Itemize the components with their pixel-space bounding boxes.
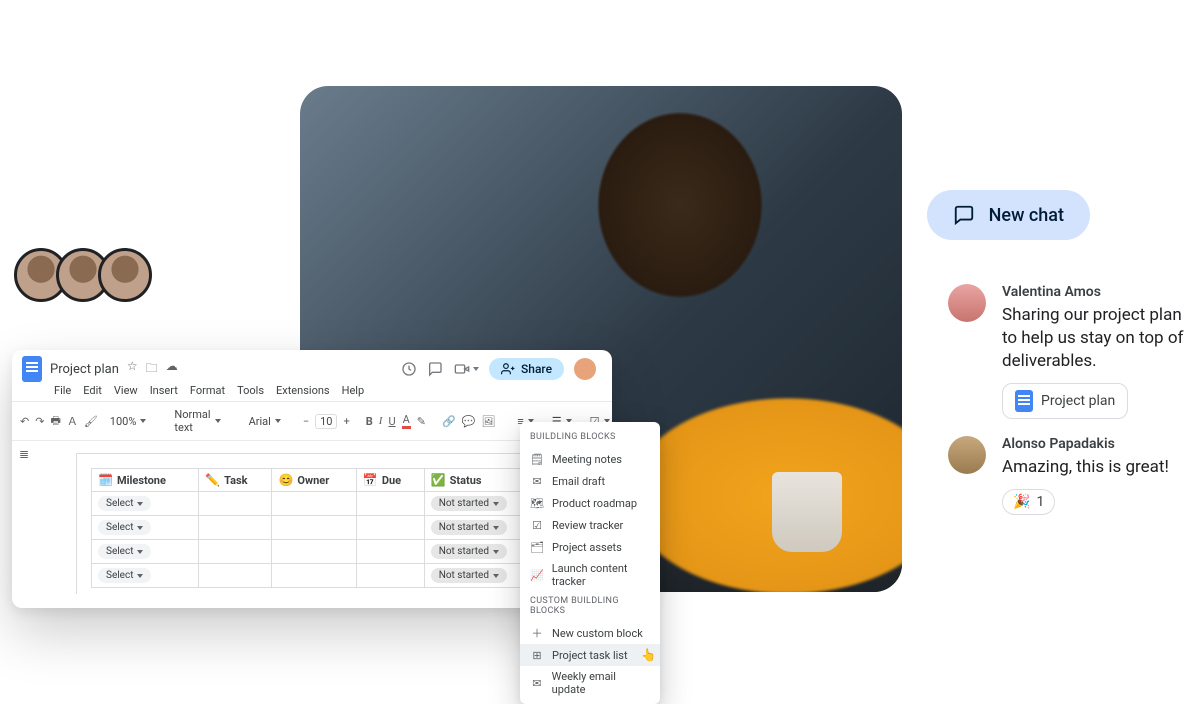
milestone-select-chip[interactable]: Select: [98, 520, 151, 535]
status-chip[interactable]: Not started: [431, 568, 507, 583]
decrease-font-icon[interactable]: −: [303, 413, 309, 429]
block-icon: 🗺: [530, 496, 544, 510]
cloud-status-icon: ☁: [166, 359, 178, 380]
print-icon[interactable]: 🖶: [50, 413, 60, 429]
menu-edit[interactable]: Edit: [83, 384, 102, 397]
message-text: Amazing, this is great!: [1002, 456, 1169, 479]
col-due: 📅Due: [356, 469, 424, 492]
menu-help[interactable]: Help: [342, 384, 365, 397]
menu-item[interactable]: ⊞Project task list👆: [520, 644, 660, 666]
move-icon[interactable]: 🗀: [146, 359, 158, 380]
block-icon: ⊞: [530, 648, 544, 662]
redo-icon[interactable]: ↷: [35, 413, 44, 429]
account-avatar[interactable]: [574, 358, 596, 380]
menu-file[interactable]: File: [54, 384, 71, 397]
history-icon[interactable]: [401, 361, 417, 377]
menu-item[interactable]: ✉Weekly email update: [520, 666, 660, 700]
block-icon: 🗂: [530, 540, 544, 554]
menu-section-label: BUILDLING BLOCKS: [520, 428, 660, 448]
milestone-select-chip[interactable]: Select: [98, 496, 151, 511]
meet-icon[interactable]: [453, 361, 479, 377]
menu-item[interactable]: 🗺Product roadmap: [520, 492, 660, 514]
block-icon: ✉: [530, 474, 544, 488]
attachment-label: Project plan: [1041, 393, 1115, 409]
star-icon[interactable]: ☆: [127, 359, 138, 380]
docs-logo-icon: [1015, 390, 1033, 412]
menu-view[interactable]: View: [114, 384, 138, 397]
col-task: ✏️Task: [199, 469, 272, 492]
bold-icon[interactable]: B: [366, 413, 373, 429]
sender-name: Alonso Papadakis: [1002, 436, 1169, 452]
status-chip[interactable]: Not started: [431, 544, 507, 559]
document-title[interactable]: Project plan: [50, 362, 119, 377]
doc-attachment-chip[interactable]: Project plan: [1002, 383, 1128, 419]
block-icon: 🗒: [530, 452, 544, 466]
message-text: Sharing our project plan to help us stay…: [1002, 304, 1192, 373]
menu-item[interactable]: 🗒Meeting notes: [520, 448, 660, 470]
block-icon: ✉: [530, 676, 544, 690]
menu-item[interactable]: ＋New custom block: [520, 622, 660, 644]
new-chat-button[interactable]: New chat: [927, 190, 1090, 240]
milestone-select-chip[interactable]: Select: [98, 568, 151, 583]
font-select[interactable]: Arial: [243, 413, 287, 430]
new-chat-label: New chat: [989, 205, 1064, 226]
block-icon: ☑: [530, 518, 544, 532]
chat-icon: [953, 204, 975, 226]
share-button[interactable]: Share: [489, 358, 564, 380]
table-row: Select Not started: [92, 516, 543, 540]
block-icon: ＋: [530, 626, 544, 640]
increase-font-icon[interactable]: +: [343, 413, 349, 429]
insert-comment-icon[interactable]: 💬: [462, 413, 476, 429]
italic-icon[interactable]: I: [379, 413, 383, 429]
style-select[interactable]: Normal text: [168, 406, 226, 436]
document-page: 🗓️Milestone ✏️Task 😊Owner 📅Due ✅Status S…: [76, 453, 558, 594]
menu-format[interactable]: Format: [190, 384, 225, 397]
collaborator-avatars: [14, 248, 152, 302]
spellcheck-icon[interactable]: Ａ: [67, 413, 78, 429]
menu-item[interactable]: ✉Email draft: [520, 470, 660, 492]
table-row: Select Not started: [92, 492, 543, 516]
block-icon: 📈: [530, 568, 544, 582]
col-owner: 😊Owner: [272, 469, 356, 492]
highlight-icon[interactable]: ✎: [417, 413, 426, 429]
menubar: File Edit View Insert Format Tools Exten…: [12, 382, 612, 401]
paint-format-icon[interactable]: 🖌: [84, 413, 98, 429]
avatar[interactable]: [948, 436, 986, 474]
font-size-input[interactable]: 10: [315, 414, 337, 429]
zoom-select[interactable]: 100%: [104, 413, 153, 430]
share-label: Share: [521, 362, 552, 376]
menu-insert[interactable]: Insert: [150, 384, 178, 397]
table-row: Select Not started: [92, 564, 543, 588]
menu-extensions[interactable]: Extensions: [276, 384, 330, 397]
menu-tools[interactable]: Tools: [237, 384, 264, 397]
undo-icon[interactable]: ↶: [20, 413, 29, 429]
building-blocks-menu: BUILDLING BLOCKS 🗒Meeting notes✉Email dr…: [520, 422, 660, 704]
col-milestone: 🗓️Milestone: [92, 469, 199, 492]
chat-message: Alonso Papadakis Amazing, this is great!…: [948, 436, 1169, 515]
status-chip[interactable]: Not started: [431, 520, 507, 535]
insert-image-icon[interactable]: 🖼: [481, 413, 495, 429]
menu-section-label: CUSTOM BUILDLING BLOCKS: [520, 592, 660, 622]
reaction-chip[interactable]: 🎉 1: [1002, 489, 1055, 515]
cursor-icon: 👆: [641, 648, 656, 662]
menu-item[interactable]: ☑Review tracker: [520, 514, 660, 536]
chat-message: Valentina Amos Sharing our project plan …: [948, 284, 1192, 419]
docs-logo-icon: [22, 356, 42, 382]
insert-link-icon[interactable]: 🔗: [442, 413, 456, 429]
status-chip[interactable]: Not started: [431, 496, 507, 511]
underline-icon[interactable]: U: [388, 413, 395, 429]
sender-name: Valentina Amos: [1002, 284, 1192, 300]
reaction-count: 1: [1036, 494, 1044, 510]
avatar[interactable]: [98, 248, 152, 302]
table-row: Select Not started: [92, 540, 543, 564]
reaction-emoji: 🎉: [1013, 494, 1030, 510]
text-color-icon[interactable]: A: [402, 413, 411, 429]
project-table: 🗓️Milestone ✏️Task 😊Owner 📅Due ✅Status S…: [91, 468, 543, 588]
milestone-select-chip[interactable]: Select: [98, 544, 151, 559]
avatar[interactable]: [948, 284, 986, 322]
menu-item[interactable]: 🗂Project assets: [520, 536, 660, 558]
menu-item[interactable]: 📈Launch content tracker: [520, 558, 660, 592]
outline-toggle-icon[interactable]: ≣: [12, 441, 36, 608]
comment-icon[interactable]: [427, 361, 443, 377]
